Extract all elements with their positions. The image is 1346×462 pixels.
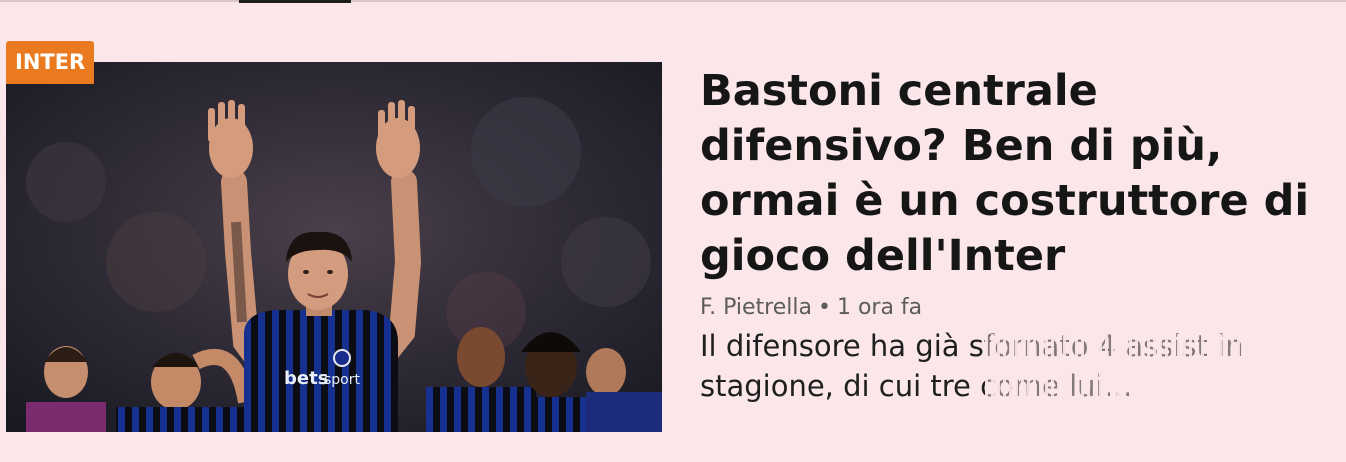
article-meta: F. Pietrella • 1 ora fa — [700, 294, 1340, 322]
meta-separator: • — [817, 295, 831, 320]
author-name[interactable]: F. Pietrella — [700, 294, 812, 322]
article-text: Bastoni centrale difensivo? Ben di più, … — [700, 64, 1340, 406]
active-tab-indicator — [239, 0, 351, 3]
article-image[interactable]: bets sport — [6, 62, 662, 432]
publish-time: 1 ora fa — [836, 295, 923, 320]
top-divider — [0, 0, 1346, 2]
player-celebration-photo: bets sport — [6, 62, 662, 432]
article-headline[interactable]: Bastoni centrale difensivo? Ben di più, … — [700, 64, 1340, 284]
article-excerpt[interactable]: Il difensore ha già sfornato 4 assist in… — [700, 329, 1244, 403]
category-badge[interactable]: INTER — [6, 41, 95, 84]
article-excerpt-wrap: Il difensore ha già sfornato 4 assist in… — [700, 326, 1320, 406]
svg-text:sport: sport — [324, 372, 361, 388]
svg-text:bets: bets — [284, 368, 328, 389]
